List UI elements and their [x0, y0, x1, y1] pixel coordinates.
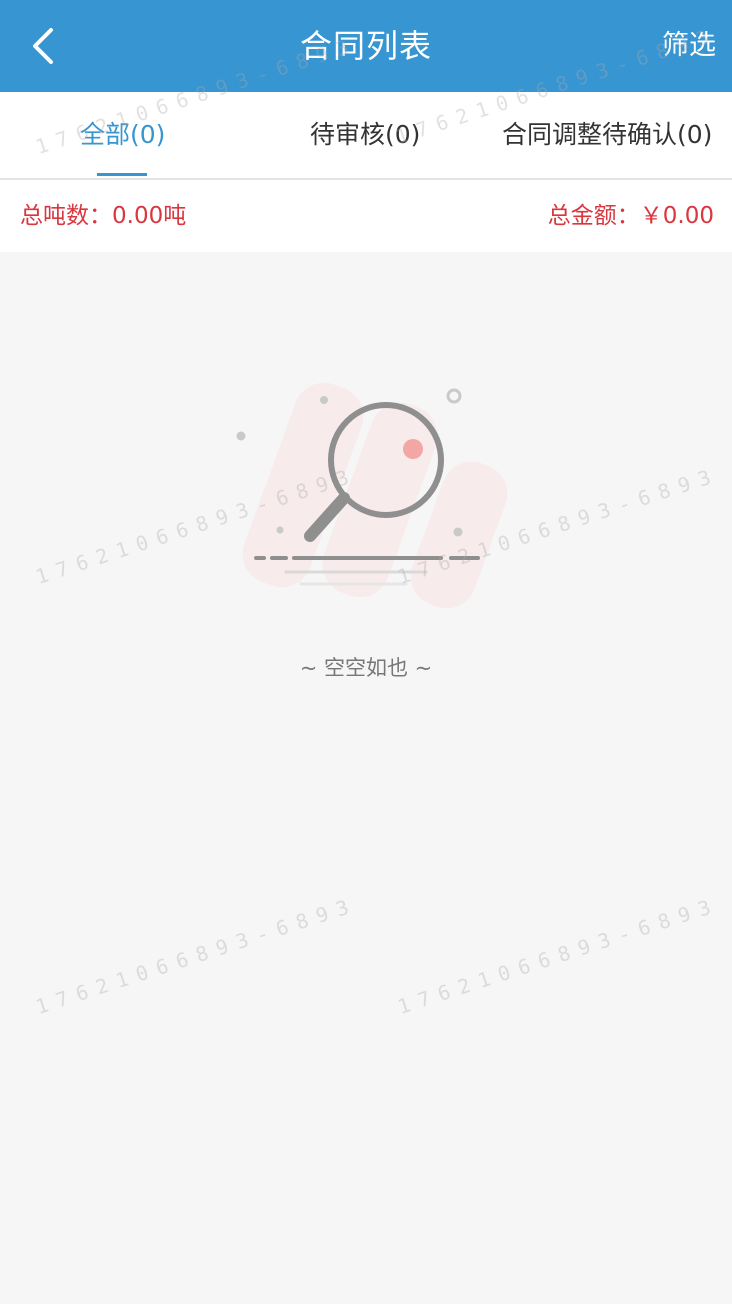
empty-state-text: ~ 空空如也 ~ [299, 656, 433, 680]
total-tons: 总吨数：0.00吨 [20, 203, 187, 229]
page-title: 合同列表 [299, 27, 432, 65]
summary-bar: 总吨数：0.00吨 总金额：￥0.00 [0, 180, 732, 252]
screen: 合同列表 筛选 全部(0) 待审核(0) 合同调整待确认(0) 总吨数：0.00… [0, 0, 732, 1304]
watermark: 17621066893-6893 [32, 892, 361, 1019]
total-amount: 总金额：￥0.00 [547, 203, 714, 229]
app-header: 合同列表 筛选 [0, 0, 732, 92]
watermark: 17621066893-6893 [394, 892, 723, 1019]
tab-active-indicator [97, 173, 147, 176]
